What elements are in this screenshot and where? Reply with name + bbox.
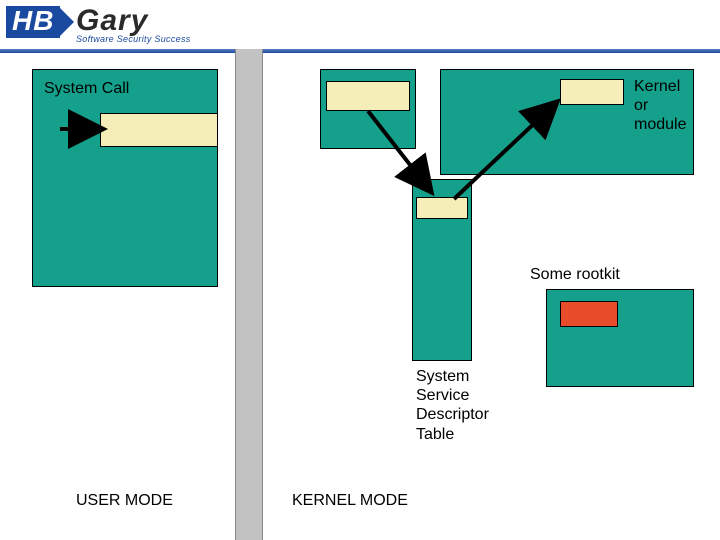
ssdt-label: System Service Descriptor Table xyxy=(416,367,489,444)
logo-hb-text: HB xyxy=(6,6,60,38)
kernel-module-slot xyxy=(560,79,624,105)
system-call-label: System Call xyxy=(44,79,129,98)
logo-chevron-icon xyxy=(58,6,74,38)
kernel-or-module-label: Kernel or module xyxy=(634,77,686,135)
kernel-mode-label: KERNEL MODE xyxy=(292,491,408,510)
ssdt-slot xyxy=(416,197,468,219)
logo-gary-text: Gary xyxy=(76,4,148,38)
mode-divider-bar xyxy=(235,49,263,540)
some-rootkit-label: Some rootkit xyxy=(530,265,620,284)
user-call-slot xyxy=(100,113,218,147)
logo: HB Gary Software Security Success xyxy=(6,6,196,50)
rootkit-slot xyxy=(560,301,618,327)
user-mode-process-box xyxy=(32,69,218,287)
user-mode-label: USER MODE xyxy=(76,491,173,510)
logo-tagline: Software Security Success xyxy=(76,34,191,44)
diagram-stage: System Call Kernel or module System Serv… xyxy=(0,49,720,540)
kernel-dispatch-slot xyxy=(326,81,410,111)
